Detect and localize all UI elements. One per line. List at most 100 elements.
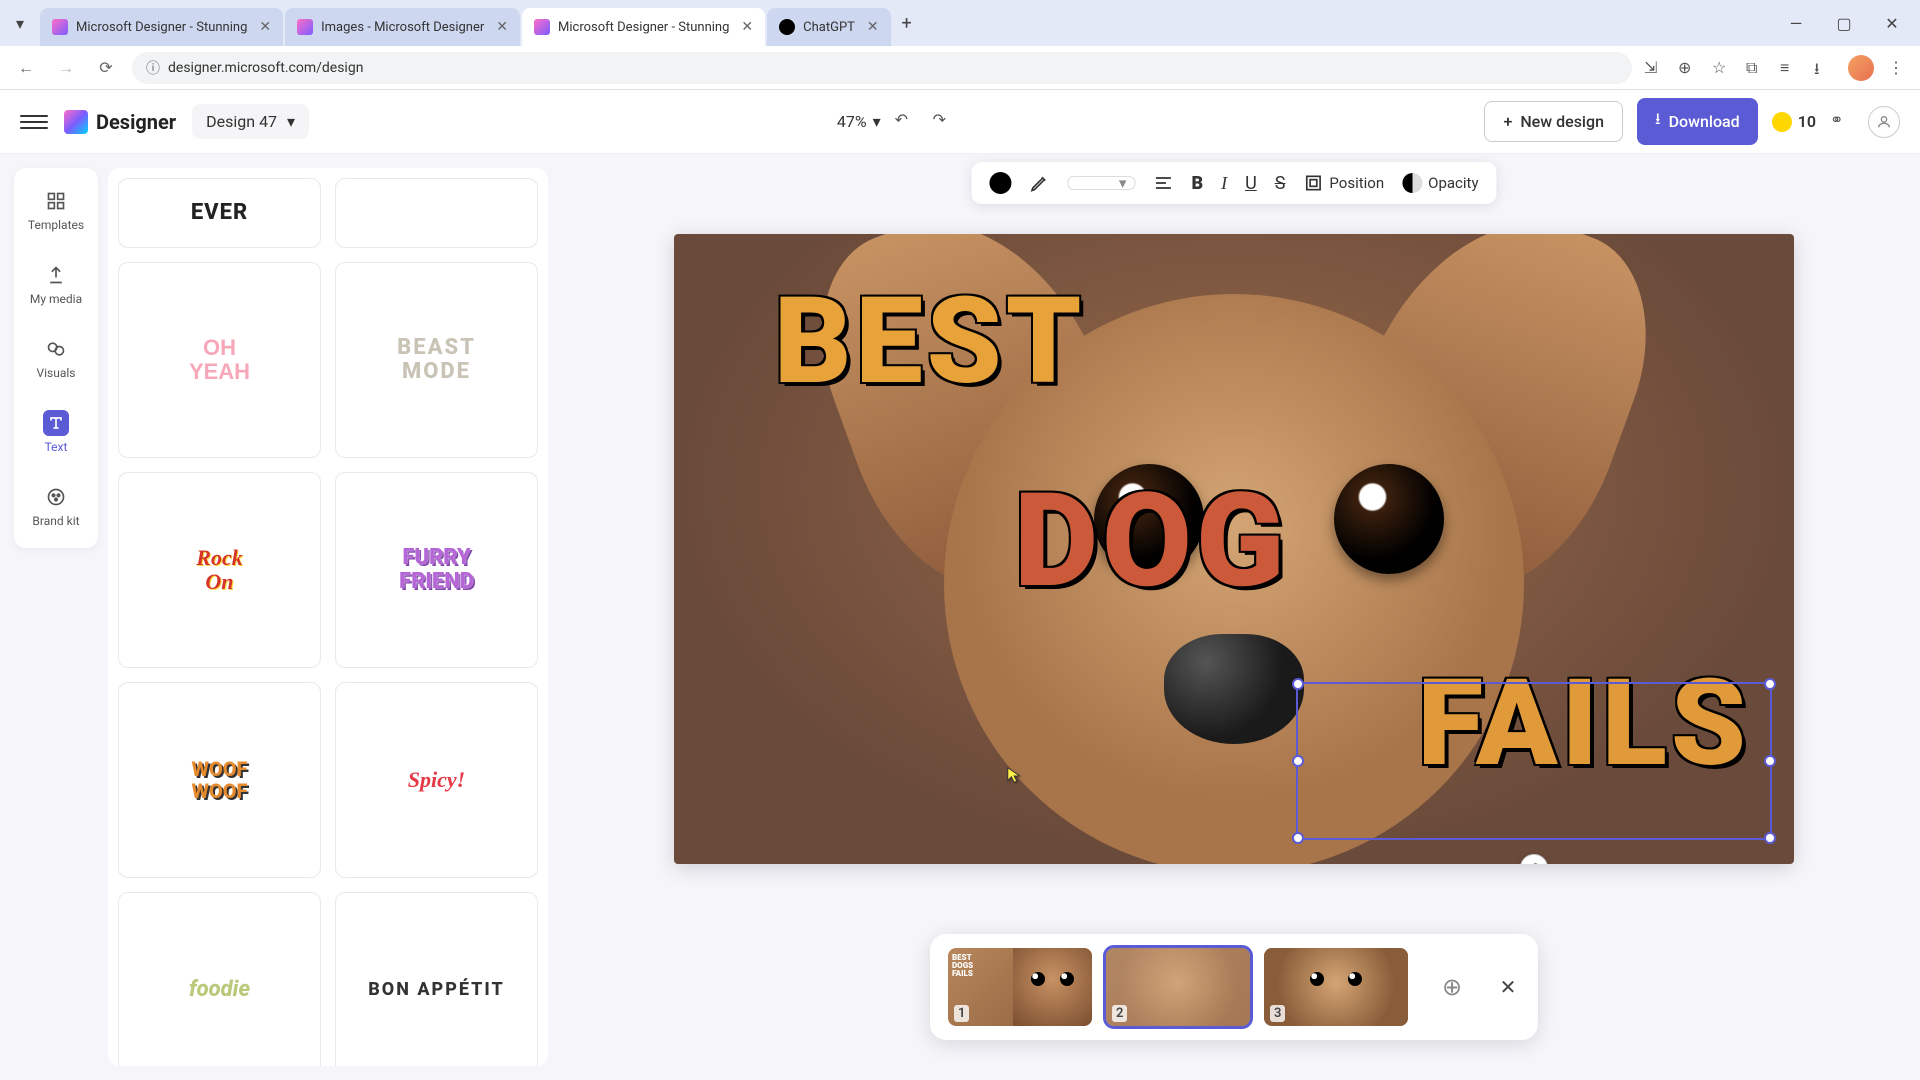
opacity-icon xyxy=(1402,173,1422,193)
text-style-card[interactable]: WOOF WOOF xyxy=(118,682,321,878)
designer-favicon xyxy=(297,19,313,35)
close-icon[interactable]: ✕ xyxy=(867,19,879,35)
page-number: 2 xyxy=(1112,1005,1127,1022)
text-style-card[interactable]: BON APPÉTIT xyxy=(335,892,538,1066)
designer-logo[interactable]: Designer xyxy=(64,110,176,134)
text-element-best[interactable]: BEST xyxy=(774,272,1085,412)
reload-icon[interactable]: ⟳ xyxy=(92,54,120,82)
zoom-controls: 47% ▾ ↶ ↷ xyxy=(837,110,957,134)
text-element-dog[interactable]: DOG xyxy=(1014,464,1288,617)
forward-icon[interactable]: → xyxy=(52,54,80,82)
page-tray: BESTDOGSFAILS 1 2 3 ⊕ ✕ xyxy=(930,934,1538,1040)
add-page-button[interactable]: ⊕ xyxy=(1422,948,1482,1026)
header-right: + New design ⭳ Download 10 ⚭ xyxy=(1484,98,1900,145)
rail-label: Brand kit xyxy=(32,514,79,528)
app-header: Designer Design 47 ▾ 47% ▾ ↶ ↷ + New des… xyxy=(0,90,1920,154)
design-name-dropdown[interactable]: Design 47 ▾ xyxy=(192,104,309,139)
text-style-card[interactable]: Rock On xyxy=(118,472,321,668)
close-window-icon[interactable]: ✕ xyxy=(1872,7,1912,39)
rail-my-media[interactable]: My media xyxy=(26,256,86,312)
close-tray-button[interactable]: ✕ xyxy=(1496,975,1520,999)
share-icon[interactable]: ⚭ xyxy=(1830,110,1854,134)
rail-label: My media xyxy=(30,292,82,306)
design-canvas[interactable]: BEST DOG FAILS ⟲ xyxy=(674,234,1794,864)
font-picker[interactable] xyxy=(1067,176,1135,190)
browser-tab[interactable]: Images - Microsoft Designer ✕ xyxy=(285,8,520,46)
zoom-icon[interactable]: ⊕ xyxy=(1678,58,1698,78)
color-swatch-icon xyxy=(989,172,1011,194)
italic-button[interactable]: I xyxy=(1221,173,1227,194)
redo-button[interactable]: ↷ xyxy=(933,110,957,134)
tab-title: Images - Microsoft Designer xyxy=(321,20,484,35)
menu-icon[interactable]: ⋮ xyxy=(1888,58,1908,78)
templates-icon xyxy=(43,188,69,214)
align-button[interactable] xyxy=(1153,173,1173,193)
bookmark-icon[interactable]: ☆ xyxy=(1712,58,1732,78)
address-bar[interactable]: ⓘ designer.microsoft.com/design xyxy=(132,52,1632,84)
design-name: Design 47 xyxy=(206,112,277,131)
rail-label: Visuals xyxy=(36,366,75,380)
close-icon[interactable]: ✕ xyxy=(259,19,271,35)
side-rail: Templates My media Visuals Text Brand ki… xyxy=(14,168,98,548)
text-style-card[interactable]: FURRY FRIEND xyxy=(335,472,538,668)
profile-avatar[interactable] xyxy=(1848,55,1874,81)
text-element-fails[interactable]: FAILS xyxy=(1417,654,1750,794)
text-style-card[interactable]: OH YEAH xyxy=(118,262,321,458)
downloads-icon[interactable]: ⭳ xyxy=(1814,58,1834,78)
text-style-card[interactable]: EVER xyxy=(118,178,321,248)
page-number: 1 xyxy=(954,1005,969,1022)
chevron-down-icon: ▾ xyxy=(287,112,295,131)
browser-tab[interactable]: ChatGPT ✕ xyxy=(767,8,891,46)
new-tab-button[interactable]: + xyxy=(893,9,921,37)
fill-color-picker[interactable] xyxy=(989,172,1011,194)
rail-visuals[interactable]: Visuals xyxy=(26,330,86,386)
strikethrough-button[interactable]: S xyxy=(1275,173,1286,194)
site-info-icon[interactable]: ⓘ xyxy=(146,58,160,78)
upload-icon xyxy=(43,262,69,288)
back-icon[interactable]: ← xyxy=(12,54,40,82)
browser-tab[interactable]: Microsoft Designer - Stunning ✕ xyxy=(40,8,283,46)
designer-favicon xyxy=(534,19,550,35)
download-label: Download xyxy=(1669,112,1740,131)
bold-button[interactable]: B xyxy=(1191,173,1203,194)
text-style-card[interactable]: foodie xyxy=(118,892,321,1066)
position-label: Position xyxy=(1329,174,1384,192)
new-design-button[interactable]: + New design xyxy=(1484,101,1623,142)
rail-brand-kit[interactable]: Brand kit xyxy=(26,478,86,534)
close-icon[interactable]: ✕ xyxy=(496,19,508,35)
brand-kit-icon xyxy=(43,484,69,510)
rail-text[interactable]: Text xyxy=(26,404,86,460)
app-name: Designer xyxy=(96,110,176,134)
logo-icon xyxy=(64,110,88,134)
text-style-card[interactable] xyxy=(335,178,538,248)
coin-icon xyxy=(1772,112,1792,132)
minimize-icon[interactable]: — xyxy=(1776,7,1816,39)
user-account-button[interactable] xyxy=(1868,106,1900,138)
credits-counter[interactable]: 10 xyxy=(1772,112,1816,132)
close-icon[interactable]: ✕ xyxy=(741,19,753,35)
download-button[interactable]: ⭳ Download xyxy=(1637,98,1758,145)
opacity-button[interactable]: Opacity xyxy=(1402,173,1478,193)
page-thumbnail[interactable]: BESTDOGSFAILS 1 xyxy=(948,948,1092,1026)
browser-tab-active[interactable]: Microsoft Designer - Stunning ✕ xyxy=(522,8,765,46)
position-button[interactable]: Position xyxy=(1303,173,1384,193)
zoom-dropdown[interactable]: 47% ▾ xyxy=(837,112,881,131)
install-app-icon[interactable]: ⇲ xyxy=(1644,58,1664,78)
text-styles-panel[interactable]: EVER OH YEAHBEAST MODERock OnFURRY FRIEND… xyxy=(108,168,548,1066)
rail-templates[interactable]: Templates xyxy=(26,182,86,238)
text-style-card[interactable]: Spicy! xyxy=(335,682,538,878)
page-thumbnail[interactable]: 3 xyxy=(1264,948,1408,1026)
tabs-dropdown[interactable]: ▾ xyxy=(8,11,32,35)
hamburger-menu[interactable] xyxy=(20,108,48,136)
credits-value: 10 xyxy=(1798,112,1816,131)
underline-button[interactable]: U xyxy=(1245,173,1257,194)
text-style-card[interactable]: BEAST MODE xyxy=(335,262,538,458)
undo-button[interactable]: ↶ xyxy=(895,110,919,134)
text-icon xyxy=(43,410,69,436)
edit-tool[interactable] xyxy=(1029,173,1049,193)
extensions-icon[interactable]: ⧉ xyxy=(1746,58,1766,78)
reading-list-icon[interactable]: ≡ xyxy=(1780,58,1800,78)
page-thumbnail-active[interactable]: 2 xyxy=(1106,948,1250,1026)
url-action-icons: ⇲ ⊕ ☆ ⧉ ≡ ⭳ ⋮ xyxy=(1644,55,1908,81)
maximize-icon[interactable]: ▢ xyxy=(1824,7,1864,39)
